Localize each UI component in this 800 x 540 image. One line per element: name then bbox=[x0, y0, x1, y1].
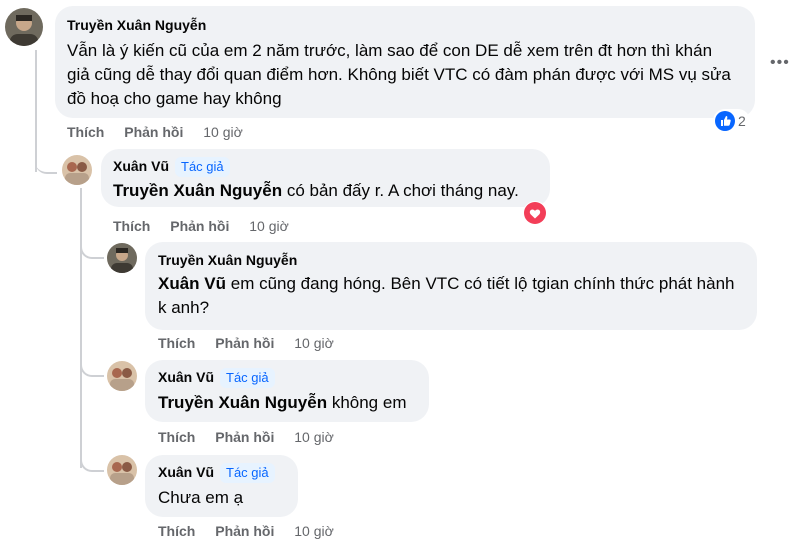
comment-author[interactable]: Xuân Vũ bbox=[158, 368, 214, 386]
comment-author[interactable]: Xuân Vũ bbox=[113, 157, 169, 175]
comment-text: Chưa em ạ bbox=[158, 488, 244, 507]
reaction-summary[interactable] bbox=[523, 201, 547, 225]
avatar-photo-icon bbox=[107, 361, 137, 391]
comment-actions: Thích Phản hồi 10 giờ bbox=[158, 428, 350, 446]
comment-text: Vẫn là ý kiến cũ của em 2 năm trước, làm… bbox=[67, 41, 731, 108]
author-badge: Tác giả bbox=[220, 368, 275, 388]
comment-actions: Thích Phản hồi 10 giờ bbox=[113, 217, 305, 235]
heart-icon bbox=[524, 202, 546, 224]
thread-connector-reply-4 bbox=[80, 450, 104, 472]
comment-bubble: Xuân Vũ Tác giả Chưa em ạ bbox=[145, 455, 298, 517]
comment-body: không em bbox=[327, 393, 407, 412]
avatar[interactable] bbox=[107, 243, 137, 273]
avatar[interactable] bbox=[107, 455, 137, 485]
thread-line-main-2 bbox=[35, 160, 37, 172]
avatar-photo-icon bbox=[107, 455, 137, 485]
avatar[interactable] bbox=[5, 8, 43, 46]
thread-connector-reply-1 bbox=[35, 140, 57, 174]
comment-text: Xuân Vũ em cũng đang hóng. Bên VTC có ti… bbox=[158, 272, 738, 320]
comment-author[interactable]: Xuân Vũ bbox=[158, 463, 214, 481]
like-button[interactable]: Thích bbox=[158, 429, 195, 445]
reaction-summary[interactable]: 2 bbox=[713, 109, 750, 133]
avatar-photo-icon bbox=[107, 243, 137, 273]
reply-button[interactable]: Phản hồi bbox=[170, 218, 229, 234]
comment-bubble: Xuân Vũ Tác giả Truyền Xuân Nguyễn không … bbox=[145, 360, 429, 422]
more-options-icon[interactable]: ••• bbox=[770, 54, 790, 72]
like-button[interactable]: Thích bbox=[158, 335, 195, 351]
author-badge: Tác giả bbox=[220, 463, 275, 483]
thread-line-nested bbox=[80, 188, 82, 468]
reply-button[interactable]: Phản hồi bbox=[215, 429, 274, 445]
comment-author[interactable]: Truyền Xuân Nguyễn bbox=[158, 251, 297, 269]
avatar-photo-icon bbox=[5, 8, 43, 46]
comment-actions: Thích Phản hồi 10 giờ bbox=[67, 123, 259, 141]
reply-button[interactable]: Phản hồi bbox=[124, 124, 183, 140]
reaction-count: 2 bbox=[738, 113, 746, 129]
comment-bubble: Truyền Xuân Nguyễn Xuân Vũ em cũng đang … bbox=[145, 242, 757, 330]
author-badge: Tác giả bbox=[175, 157, 230, 177]
comment-timestamp[interactable]: 10 giờ bbox=[203, 124, 243, 140]
thread-connector-reply-2 bbox=[80, 235, 104, 259]
like-button[interactable]: Thích bbox=[158, 523, 195, 539]
comment-body: em cũng đang hóng. Bên VTC có tiết lộ tg… bbox=[158, 274, 735, 317]
comment-text: Truyền Xuân Nguyễn không em bbox=[158, 391, 416, 415]
mention-link[interactable]: Truyền Xuân Nguyễn bbox=[113, 181, 282, 200]
like-button[interactable]: Thích bbox=[67, 124, 104, 140]
comment-timestamp[interactable]: 10 giờ bbox=[294, 335, 334, 351]
comment-text: Truyền Xuân Nguyễn có bản đấy r. A chơi … bbox=[113, 179, 538, 203]
comment-timestamp[interactable]: 10 giờ bbox=[249, 218, 289, 234]
comment-body: có bản đấy r. A chơi tháng nay. bbox=[282, 181, 519, 200]
comment-bubble: Truyền Xuân Nguyễn Vẫn là ý kiến cũ của … bbox=[55, 6, 755, 118]
comment-timestamp[interactable]: 10 giờ bbox=[294, 429, 334, 445]
comment-author[interactable]: Truyền Xuân Nguyễn bbox=[67, 16, 206, 34]
comment-bubble: Xuân Vũ Tác giả Truyền Xuân Nguyễn có bản… bbox=[101, 149, 550, 207]
comment-actions: Thích Phản hồi 10 giờ bbox=[158, 334, 350, 352]
reply-button[interactable]: Phản hồi bbox=[215, 335, 274, 351]
like-icon bbox=[715, 111, 735, 131]
avatar[interactable] bbox=[107, 361, 137, 391]
comment-timestamp[interactable]: 10 giờ bbox=[294, 523, 334, 539]
like-button[interactable]: Thích bbox=[113, 218, 150, 234]
mention-link[interactable]: Truyền Xuân Nguyễn bbox=[158, 393, 327, 412]
reply-button[interactable]: Phản hồi bbox=[215, 523, 274, 539]
comment-actions: Thích Phản hồi 10 giờ bbox=[158, 522, 350, 540]
mention-link[interactable]: Xuân Vũ bbox=[158, 274, 226, 293]
avatar[interactable] bbox=[62, 155, 92, 185]
avatar-photo-icon bbox=[62, 155, 92, 185]
thread-connector-reply-3 bbox=[80, 355, 104, 377]
